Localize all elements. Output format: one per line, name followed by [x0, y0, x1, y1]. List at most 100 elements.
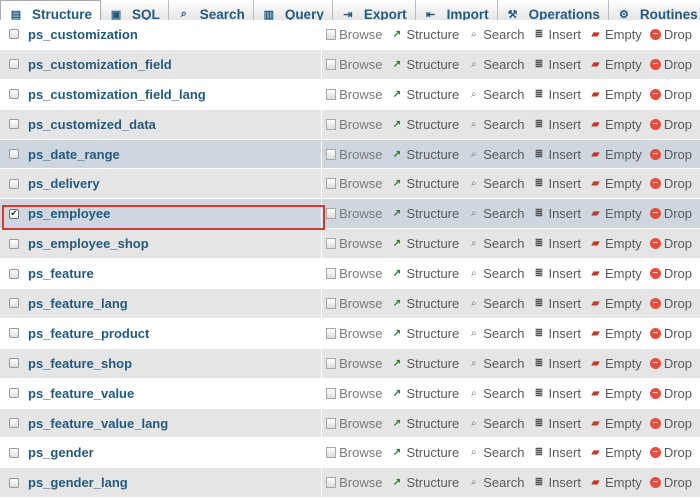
row-checkbox[interactable] — [9, 119, 19, 130]
insert-action[interactable]: ≣ Insert — [532, 416, 581, 431]
search-action[interactable]: ⌕ Search — [467, 266, 525, 281]
drop-action[interactable]: − Drop — [649, 87, 692, 102]
insert-action[interactable]: ≣ Insert — [532, 236, 581, 251]
drop-action[interactable]: − Drop — [649, 386, 692, 401]
browse-action[interactable]: Browse — [326, 147, 383, 162]
empty-action[interactable]: ▰ Empty — [589, 326, 642, 341]
insert-action[interactable]: ≣ Insert — [532, 87, 581, 102]
row-checkbox[interactable] — [9, 29, 19, 40]
insert-action[interactable]: ≣ Insert — [532, 326, 581, 341]
drop-action[interactable]: − Drop — [649, 117, 692, 132]
browse-action[interactable]: Browse — [326, 326, 383, 341]
table-name-link[interactable]: ps_feature_product — [28, 326, 149, 341]
browse-action[interactable]: Browse — [326, 206, 383, 221]
row-checkbox[interactable] — [9, 178, 19, 189]
table-name-link[interactable]: ps_feature_value — [28, 386, 134, 401]
search-action[interactable]: ⌕ Search — [467, 326, 525, 341]
insert-action[interactable]: ≣ Insert — [532, 356, 581, 371]
insert-action[interactable]: ≣ Insert — [532, 386, 581, 401]
table-name-link[interactable]: ps_customization_field_lang — [28, 87, 206, 102]
table-name-link[interactable]: ps_employee — [28, 206, 110, 221]
row-checkbox[interactable] — [9, 298, 19, 309]
search-action[interactable]: ⌕ Search — [467, 27, 525, 42]
empty-action[interactable]: ▰ Empty — [589, 147, 642, 162]
insert-action[interactable]: ≣ Insert — [532, 445, 581, 460]
drop-action[interactable]: − Drop — [649, 176, 692, 191]
table-name-link[interactable]: ps_feature — [28, 266, 94, 281]
empty-action[interactable]: ▰ Empty — [589, 27, 642, 42]
row-checkbox[interactable] — [9, 388, 19, 399]
structure-action[interactable]: ↗ Structure — [391, 147, 459, 162]
browse-action[interactable]: Browse — [326, 386, 383, 401]
empty-action[interactable]: ▰ Empty — [589, 356, 642, 371]
search-action[interactable]: ⌕ Search — [467, 176, 525, 191]
row-checkbox[interactable] — [9, 418, 19, 429]
table-name-link[interactable]: ps_delivery — [28, 176, 100, 191]
row-checkbox[interactable] — [9, 447, 19, 458]
drop-action[interactable]: − Drop — [649, 206, 692, 221]
search-action[interactable]: ⌕ Search — [467, 206, 525, 221]
insert-action[interactable]: ≣ Insert — [532, 266, 581, 281]
insert-action[interactable]: ≣ Insert — [532, 176, 581, 191]
search-action[interactable]: ⌕ Search — [467, 445, 525, 460]
empty-action[interactable]: ▰ Empty — [589, 236, 642, 251]
row-checkbox[interactable] — [9, 238, 19, 249]
structure-action[interactable]: ↗ Structure — [391, 117, 459, 132]
structure-action[interactable]: ↗ Structure — [391, 27, 459, 42]
table-name-link[interactable]: ps_gender_lang — [28, 475, 128, 490]
structure-action[interactable]: ↗ Structure — [391, 176, 459, 191]
drop-action[interactable]: − Drop — [649, 445, 692, 460]
structure-action[interactable]: ↗ Structure — [391, 266, 459, 281]
table-name-link[interactable]: ps_date_range — [28, 147, 120, 162]
structure-action[interactable]: ↗ Structure — [391, 475, 459, 490]
row-checkbox[interactable] — [9, 149, 19, 159]
search-action[interactable]: ⌕ Search — [467, 57, 525, 72]
search-action[interactable]: ⌕ Search — [467, 416, 525, 431]
structure-action[interactable]: ↗ Structure — [391, 356, 459, 371]
search-action[interactable]: ⌕ Search — [467, 475, 525, 490]
table-name-link[interactable]: ps_customized_data — [28, 117, 156, 132]
browse-action[interactable]: Browse — [326, 416, 383, 431]
empty-action[interactable]: ▰ Empty — [589, 445, 642, 460]
table-name-link[interactable]: ps_feature_value_lang — [28, 416, 168, 431]
structure-action[interactable]: ↗ Structure — [391, 326, 459, 341]
table-name-link[interactable]: ps_customization_field — [28, 57, 172, 72]
browse-action[interactable]: Browse — [326, 356, 383, 371]
browse-action[interactable]: Browse — [326, 445, 383, 460]
search-action[interactable]: ⌕ Search — [467, 296, 525, 311]
empty-action[interactable]: ▰ Empty — [589, 386, 642, 401]
drop-action[interactable]: − Drop — [649, 475, 692, 490]
empty-action[interactable]: ▰ Empty — [589, 416, 642, 431]
drop-action[interactable]: − Drop — [649, 27, 692, 42]
search-action[interactable]: ⌕ Search — [467, 386, 525, 401]
empty-action[interactable]: ▰ Empty — [589, 296, 642, 311]
insert-action[interactable]: ≣ Insert — [532, 475, 581, 490]
drop-action[interactable]: − Drop — [649, 266, 692, 281]
structure-action[interactable]: ↗ Structure — [391, 386, 459, 401]
structure-action[interactable]: ↗ Structure — [391, 236, 459, 251]
drop-action[interactable]: − Drop — [649, 57, 692, 72]
empty-action[interactable]: ▰ Empty — [589, 266, 642, 281]
row-checkbox[interactable] — [9, 477, 19, 488]
drop-action[interactable]: − Drop — [649, 147, 692, 162]
row-checkbox[interactable] — [9, 328, 19, 339]
table-name-link[interactable]: ps_employee_shop — [28, 236, 149, 251]
row-checkbox[interactable] — [9, 89, 19, 100]
drop-action[interactable]: − Drop — [649, 296, 692, 311]
empty-action[interactable]: ▰ Empty — [589, 475, 642, 490]
drop-action[interactable]: − Drop — [649, 356, 692, 371]
empty-action[interactable]: ▰ Empty — [589, 206, 642, 221]
browse-action[interactable]: Browse — [326, 57, 383, 72]
row-checkbox[interactable] — [9, 358, 19, 369]
row-checkbox[interactable] — [9, 59, 19, 70]
table-name-link[interactable]: ps_gender — [28, 445, 94, 460]
insert-action[interactable]: ≣ Insert — [532, 296, 581, 311]
browse-action[interactable]: Browse — [326, 236, 383, 251]
empty-action[interactable]: ▰ Empty — [589, 117, 642, 132]
empty-action[interactable]: ▰ Empty — [589, 57, 642, 72]
browse-action[interactable]: Browse — [326, 475, 383, 490]
insert-action[interactable]: ≣ Insert — [532, 117, 581, 132]
structure-action[interactable]: ↗ Structure — [391, 206, 459, 221]
structure-action[interactable]: ↗ Structure — [391, 57, 459, 72]
search-action[interactable]: ⌕ Search — [467, 147, 525, 162]
